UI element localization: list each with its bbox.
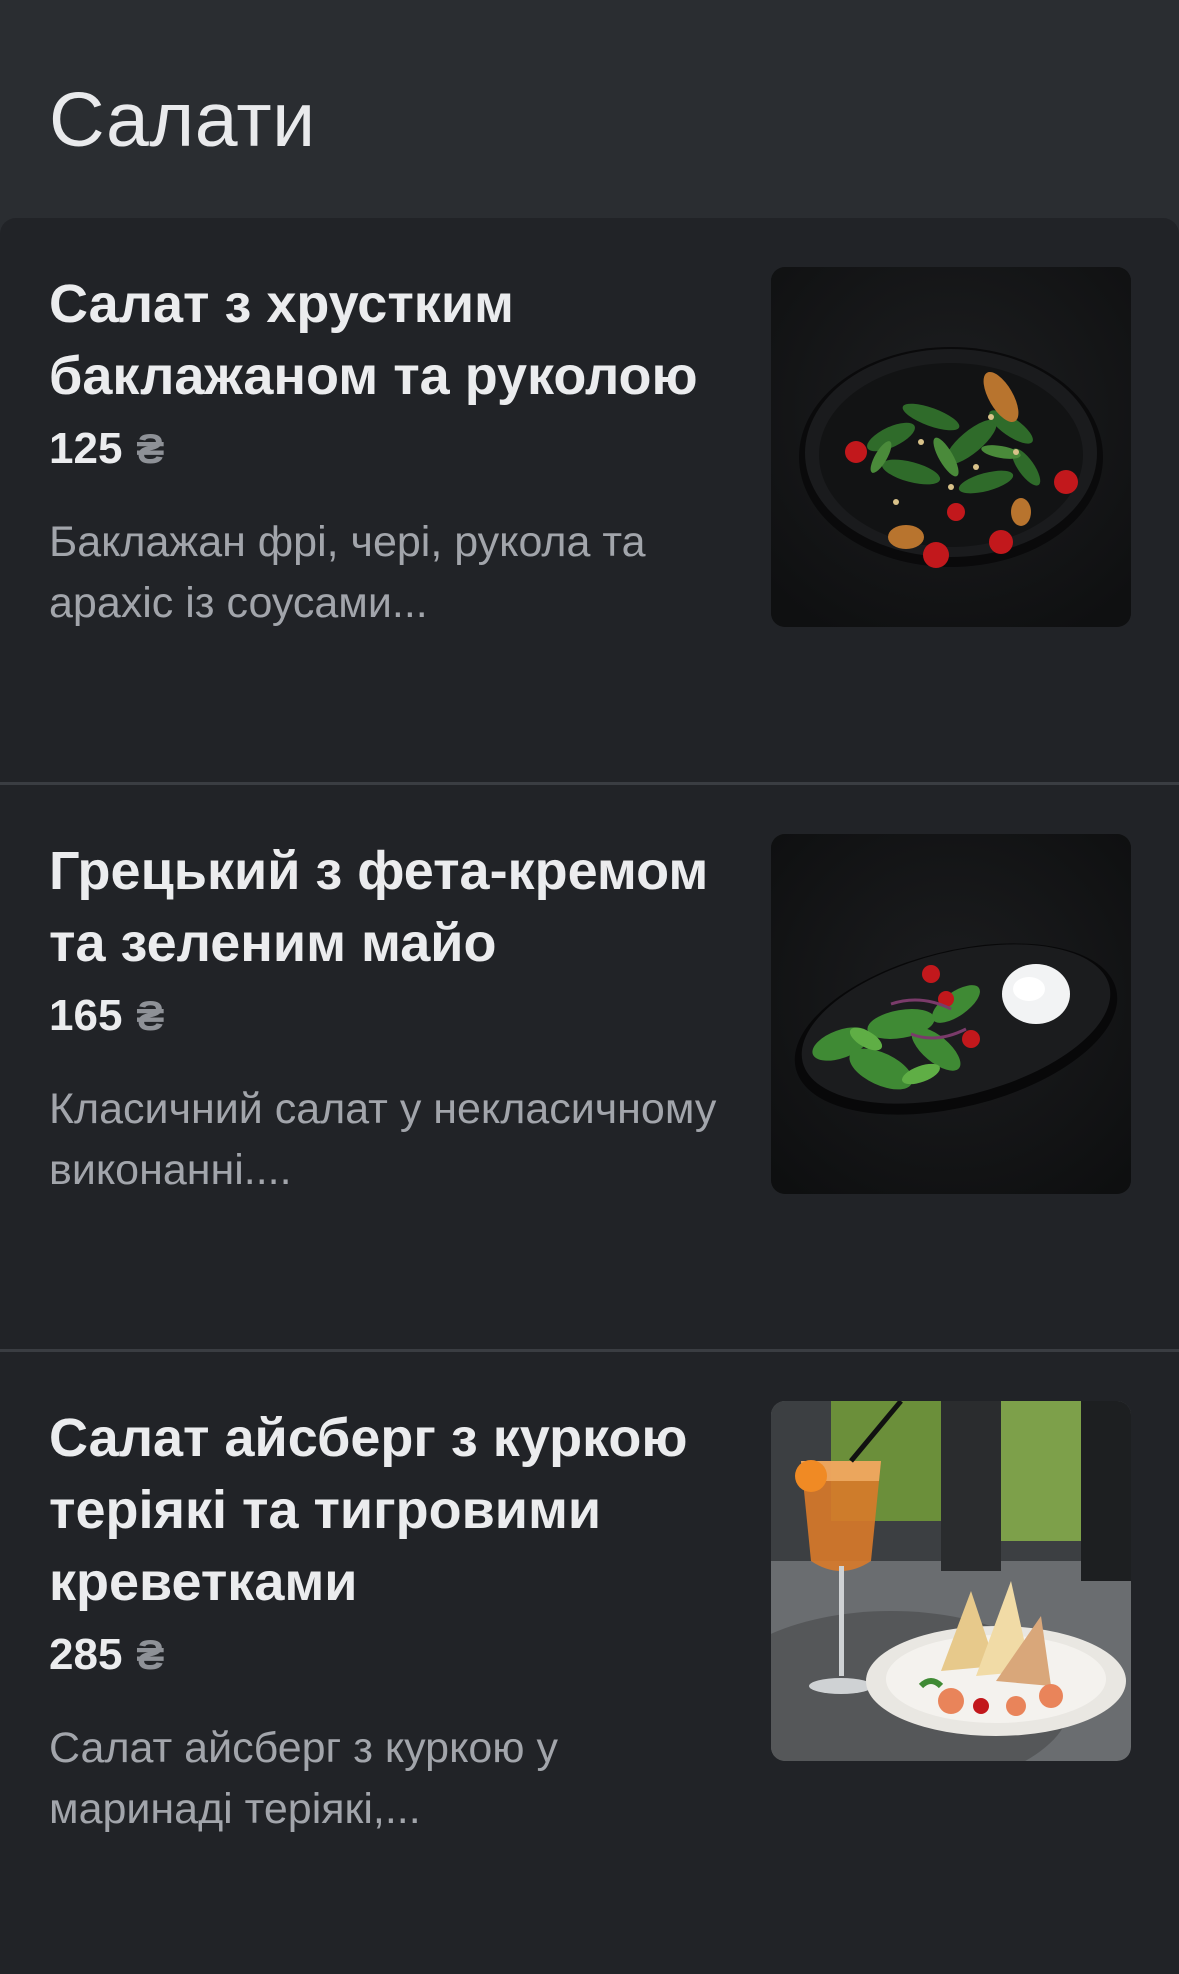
menu-item-photo[interactable] (771, 267, 1131, 627)
menu-item-title: Салат з хрустким баклажаном та руколою (49, 274, 698, 406)
greek-salad-image (771, 834, 1131, 1194)
menu-item-photo[interactable] (771, 1401, 1131, 1761)
menu-item-text: Грецький з фета-кремом та зеленим майо 1… (49, 835, 729, 1201)
menu-item[interactable]: Грецький з фета-кремом та зеленим майо 1… (0, 785, 1179, 1352)
price-value: 125 (49, 424, 123, 473)
menu-item-price: 285 ₴ (49, 1630, 729, 1680)
menu-item[interactable]: Салат айсберг з куркою теріякі та тигров… (0, 1352, 1179, 1974)
currency-symbol: ₴ (136, 425, 165, 472)
menu-item-description: Класичний салат у некласичному виконанні… (49, 1085, 717, 1194)
menu-item-price: 125 ₴ (49, 424, 729, 474)
menu-item-description: Салат айсберг з куркою у маринаді теріяк… (49, 1724, 558, 1833)
price-value: 285 (49, 1630, 123, 1679)
menu-item-description: Баклажан фрі, чері, рукола та арахіс із … (49, 518, 646, 627)
page-title: Салати (49, 77, 316, 163)
menu-item-text: Салат з хрустким баклажаном та руколою 1… (49, 268, 729, 634)
currency-symbol: ₴ (136, 1631, 165, 1678)
menu-list: Салат з хрустким баклажаном та руколою 1… (0, 218, 1179, 1974)
price-value: 165 (49, 991, 123, 1040)
menu-item-text: Салат айсберг з куркою теріякі та тигров… (49, 1402, 729, 1840)
menu-item-title: Салат айсберг з куркою теріякі та тигров… (49, 1408, 688, 1612)
menu-item[interactable]: Салат з хрустким баклажаном та руколою 1… (0, 218, 1179, 785)
menu-item-title: Грецький з фета-кремом та зеленим майо (49, 841, 709, 973)
currency-symbol: ₴ (136, 992, 165, 1039)
menu-item-photo[interactable] (771, 834, 1131, 1194)
page-header: Салати (0, 0, 1179, 218)
salad-plate-image (771, 267, 1131, 627)
iceberg-salad-image (771, 1401, 1131, 1761)
menu-item-price: 165 ₴ (49, 991, 729, 1041)
